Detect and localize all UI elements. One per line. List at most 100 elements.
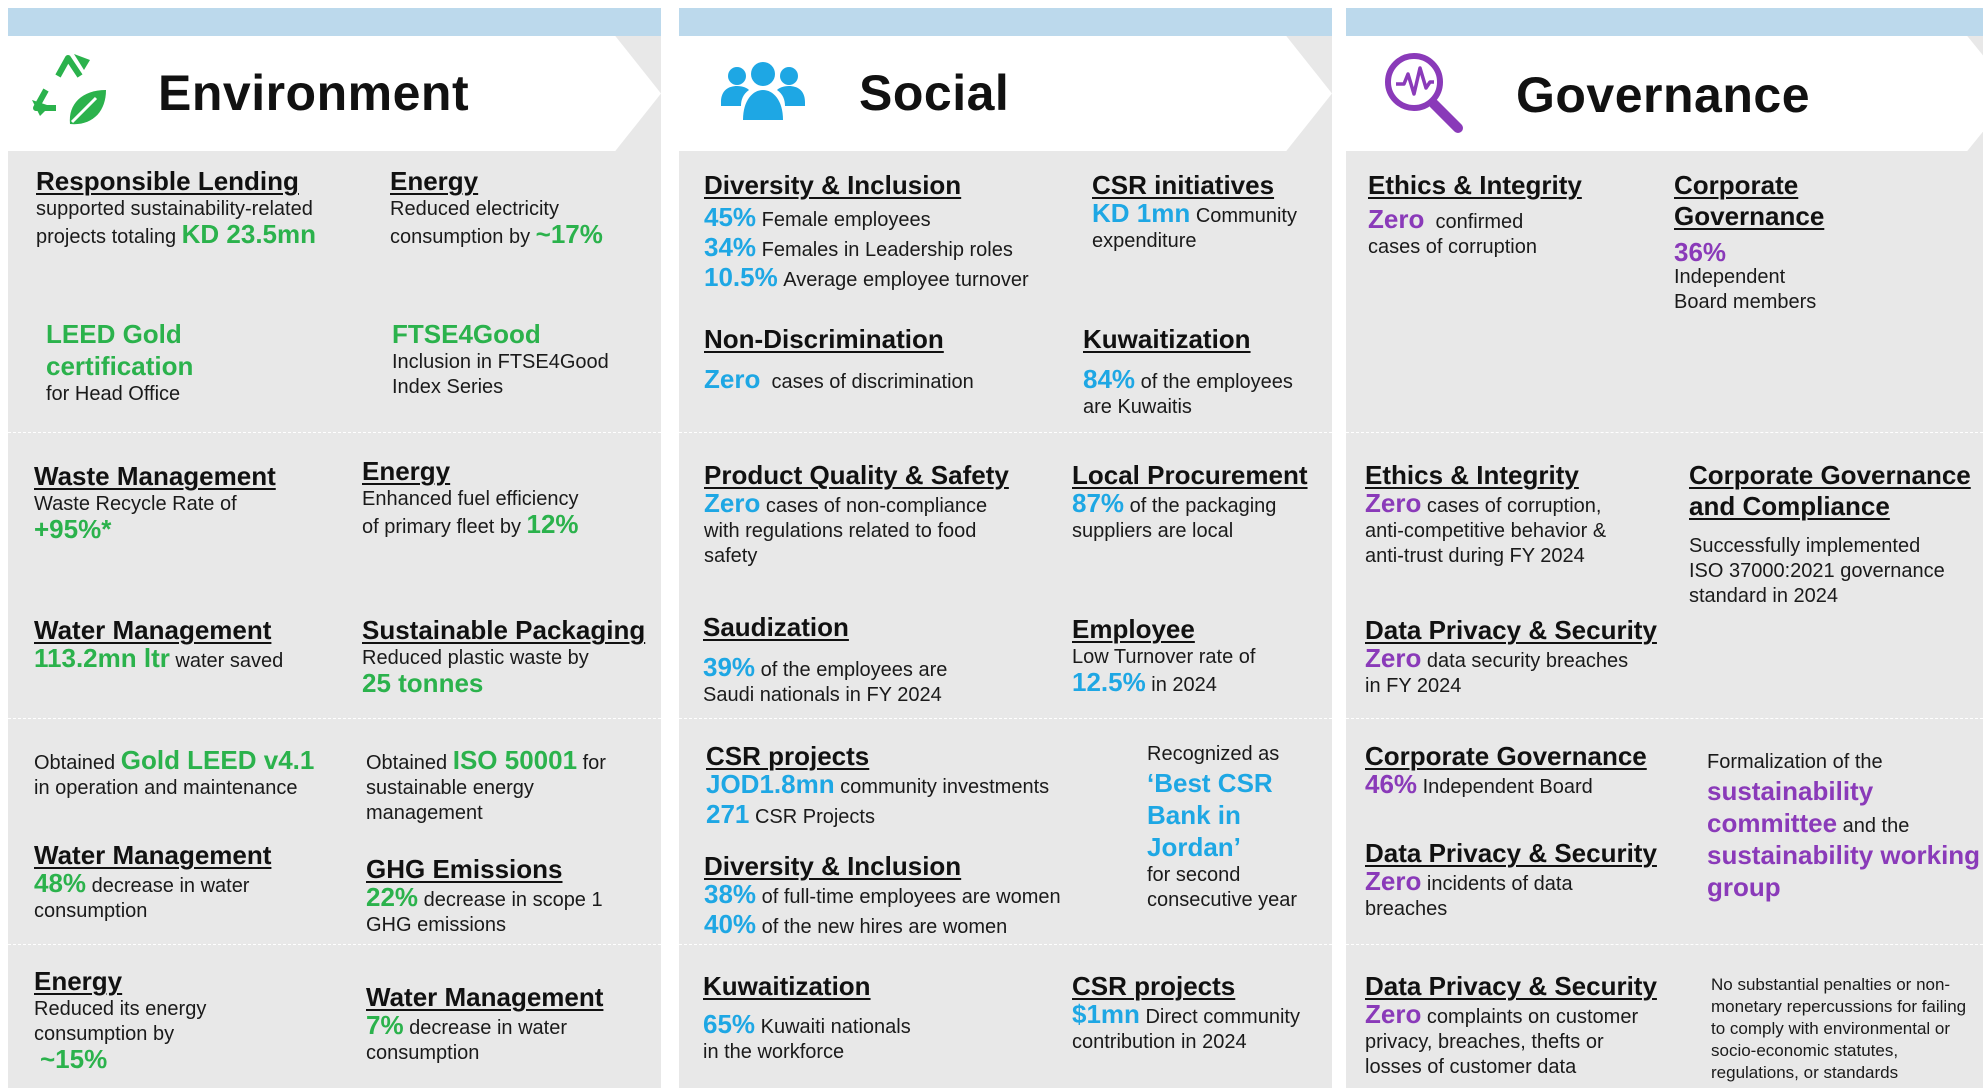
- block-heading: Data Privacy & Security: [1365, 971, 1657, 1001]
- block-text: expenditure: [1092, 230, 1197, 252]
- magnifier-pulse-icon: [1380, 48, 1466, 141]
- block-heading: Saudization: [703, 612, 849, 642]
- kpi-value: 271: [706, 799, 750, 829]
- block-heading: Corporate Governance: [1689, 460, 1971, 490]
- block-heading: Product Quality & Safety: [704, 460, 1009, 490]
- csr-initiatives-block: CSR initiatives KD 1mn Community expendi…: [1092, 170, 1297, 254]
- people-group-icon: [719, 62, 807, 127]
- block-heading: Energy: [34, 966, 123, 996]
- block-text: with regulations related to food: [704, 520, 977, 542]
- sustainability-committee-block: Formalization of the sustainability comm…: [1707, 750, 1980, 903]
- page-title: Social: [859, 65, 1010, 121]
- kpi-value: 34%: [704, 232, 757, 262]
- block-text: in 2024: [1151, 674, 1217, 696]
- block-text: ISO 37000:2021 governance: [1689, 560, 1945, 582]
- non-discrimination-block: Non-Discrimination Zero cases of discrim…: [704, 324, 974, 395]
- kpi-value: Zero: [704, 488, 761, 518]
- kpi-value: Zero: [1365, 866, 1422, 896]
- block-text: in FY 2024: [1365, 675, 1462, 697]
- kpi-value: +95%*: [34, 514, 112, 544]
- block-heading: Data Privacy & Security: [1365, 615, 1657, 645]
- block-heading: Waste Management: [34, 461, 276, 491]
- block-text: safety: [704, 545, 758, 567]
- kuwaiti-nationals-block: Kuwaitization 65% Kuwaiti nationals in t…: [703, 971, 911, 1065]
- divider: [679, 944, 1332, 945]
- local-procurement-block: Local Procurement 87% of the packaging s…: [1072, 460, 1308, 544]
- kpi-value: ISO 50001: [452, 745, 578, 775]
- block-heading: GHG Emissions: [366, 854, 563, 884]
- kpi-value: KD 1mn: [1092, 198, 1191, 228]
- block-text: regulations, or standards: [1711, 1063, 1899, 1082]
- block-text: standard in 2024: [1689, 585, 1839, 607]
- block-text: Average employee turnover: [783, 269, 1029, 291]
- block-text: of full-time employees are women: [761, 886, 1061, 908]
- divider: [1346, 718, 1983, 719]
- block-text: Inclusion in FTSE4Good: [392, 351, 609, 373]
- kpi-value: 84%: [1083, 364, 1136, 394]
- divider: [8, 432, 661, 433]
- kpi-value: sustainability: [1707, 776, 1874, 806]
- block-text: anti-competitive behavior &: [1365, 520, 1607, 542]
- block-heading: CSR projects: [1072, 971, 1236, 1001]
- energy-fleet-block: Energy Enhanced fuel efficiency of prima…: [362, 456, 579, 540]
- block-heading: Local Procurement: [1072, 460, 1308, 490]
- water-decrease-block: Water Management 7% decrease in water co…: [366, 982, 603, 1066]
- divider: [679, 432, 1332, 433]
- kpi-value: ~17%: [535, 219, 603, 249]
- employee-turnover-block: Employee Low Turnover rate of 12.5% in 2…: [1072, 614, 1255, 698]
- page-title: Governance: [1516, 67, 1811, 123]
- block-text: Females in Leadership roles: [761, 239, 1013, 261]
- block-text: of the employees are: [760, 659, 948, 681]
- kpi-value: Zero: [1368, 204, 1425, 234]
- block-text: cases of non-compliance: [765, 495, 988, 517]
- kpi-value: 39%: [703, 652, 756, 682]
- block-heading: Diversity & Inclusion: [704, 851, 962, 881]
- block-text: sustainable energy: [366, 777, 534, 799]
- governance-compliance-block: Corporate Governance and Compliance Succ…: [1689, 460, 1971, 609]
- kpi-value: certification: [46, 351, 194, 381]
- ethics-integrity-block: Ethics & Integrity Zero confirmed cases …: [1368, 170, 1582, 260]
- kpi-value: Zero: [704, 364, 761, 394]
- data-privacy-block: Data Privacy & Security Zero data securi…: [1365, 615, 1657, 699]
- block-text: consumption by: [390, 226, 531, 248]
- kpi-value: 45%: [704, 202, 757, 232]
- block-text: GHG emissions: [366, 914, 507, 936]
- kpi-value: 12%: [526, 509, 579, 539]
- block-text: Recognized as: [1147, 743, 1280, 765]
- block-text: management: [366, 802, 483, 824]
- kpi-value: 25 tonnes: [362, 668, 484, 698]
- block-text: are Kuwaitis: [1083, 396, 1192, 418]
- responsible-lending-block: Responsible Lending supported sustainabi…: [36, 166, 316, 250]
- kpi-value: 87%: [1072, 488, 1125, 518]
- block-text: consumption: [366, 1042, 480, 1064]
- header-band: [1346, 8, 1983, 36]
- block-text: incidents of data: [1426, 873, 1573, 895]
- kpi-value: Zero: [1365, 643, 1422, 673]
- block-text: CSR Projects: [754, 806, 875, 828]
- kpi-value: Bank in: [1147, 800, 1241, 830]
- kpi-value: sustainability working: [1707, 840, 1981, 870]
- block-text: decrease in water: [409, 1017, 568, 1039]
- kpi-value: 12.5%: [1072, 667, 1146, 697]
- block-heading: Corporate Governance: [1365, 741, 1647, 771]
- block-text: for: [582, 752, 606, 774]
- block-text: Independent: [1674, 266, 1786, 288]
- kpi-value: Zero: [1365, 488, 1422, 518]
- kpi-value: 46%: [1365, 769, 1418, 799]
- block-text: in the workforce: [703, 1041, 845, 1063]
- block-text: socio-economic statutes,: [1711, 1041, 1899, 1060]
- block-heading: CSR projects: [706, 741, 870, 771]
- sustainable-packaging-block: Sustainable Packaging Reduced plastic wa…: [362, 615, 645, 696]
- governance-banner: Governance: [1346, 36, 1983, 151]
- csr-contribution-block: CSR projects $1mn Direct community contr…: [1072, 971, 1300, 1055]
- block-text: decrease in scope 1: [423, 889, 603, 911]
- waste-management-block: Waste Management Waste Recycle Rate of +…: [34, 461, 276, 542]
- divider: [8, 718, 661, 719]
- kpi-value: JOD1.8mn: [706, 769, 835, 799]
- block-text: Obtained: [34, 752, 116, 774]
- block-text: Index Series: [392, 376, 504, 398]
- gold-leed-block: Obtained Gold LEED v4.1 in operation and…: [34, 747, 314, 801]
- kuwaitization-block: Kuwaitization 84% of the employees are K…: [1083, 324, 1293, 420]
- product-quality-block: Product Quality & Safety Zero cases of n…: [704, 460, 1009, 569]
- block-text: cases of corruption,: [1426, 495, 1602, 517]
